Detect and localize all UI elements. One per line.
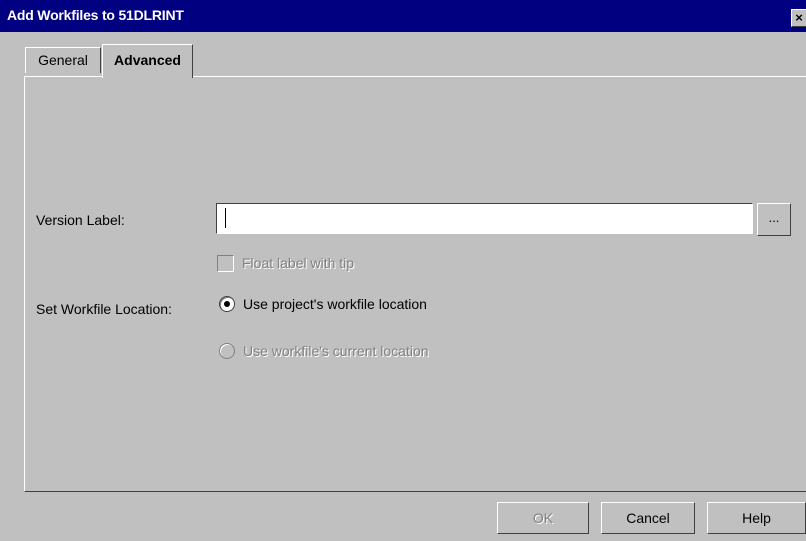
help-button[interactable]: Help (707, 502, 806, 534)
radio-current-location[interactable] (219, 343, 235, 359)
close-button[interactable]: × (791, 9, 806, 27)
tab-general[interactable]: General (25, 47, 101, 73)
text-caret (225, 208, 226, 228)
ok-button[interactable]: OK (497, 502, 589, 534)
tab-general-label: General (38, 52, 88, 68)
window-title: Add Workfiles to 51DLRINT (7, 7, 184, 23)
radio-current-location-label: Use workfile's current location (243, 343, 429, 359)
float-label-checkbox[interactable] (217, 255, 234, 272)
radio-project-location-label: Use project's workfile location (243, 296, 427, 312)
title-bar[interactable]: Add Workfiles to 51DLRINT × (0, 0, 806, 32)
advanced-tab-panel (24, 76, 806, 492)
float-label-caption: Float label with tip (242, 255, 355, 271)
close-icon: × (795, 10, 803, 25)
version-label-caption: Version Label: (36, 212, 125, 228)
ellipsis-icon: ... (768, 210, 780, 225)
browse-version-label-button[interactable]: ... (757, 203, 791, 236)
add-workfiles-dialog: Add Workfiles to 51DLRINT × General Adva… (0, 0, 806, 541)
radio-selected-dot (224, 301, 230, 307)
tab-advanced[interactable]: Advanced (102, 44, 193, 78)
tab-advanced-label: Advanced (114, 52, 181, 68)
workfile-location-caption: Set Workfile Location: (36, 301, 172, 317)
cancel-button[interactable]: Cancel (601, 502, 695, 534)
radio-project-location[interactable] (219, 296, 235, 312)
version-label-input[interactable] (216, 203, 753, 234)
